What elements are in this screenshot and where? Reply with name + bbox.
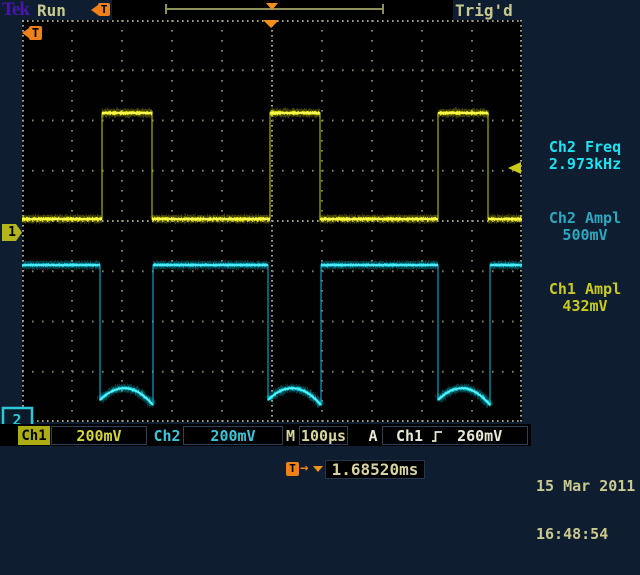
ch2-channel-tag: Ch2 [151,426,183,445]
acquisition-status: Run [37,1,66,20]
measurement-ch1-ampl: Ch1 Ampl 432mV [530,281,640,315]
timebase-tag: M [284,426,297,445]
rising-edge-icon [431,430,443,443]
trigger-source: Ch1 [396,427,423,445]
ch1-channel-tag: Ch1 [18,426,50,445]
measurement-label: Ch2 Freq [530,139,640,156]
scope-display [22,20,522,422]
date-label: 15 Mar 2011 [536,478,635,494]
measurement-value: 2.973kHz [530,156,640,173]
arrow-left-icon [22,28,29,38]
trigger-level-arrow-icon [508,162,521,174]
trigger-level-value: 260mV [457,427,502,445]
measurement-ch2-ampl: Ch2 Ampl 500mV [530,210,640,244]
ch2-scale-readout: 200mV [183,426,283,445]
record-trigger-marker-icon [266,3,278,10]
measurement-label: Ch2 Ampl [530,210,640,227]
measurement-value: 500mV [530,227,640,244]
trigger-t-badge: T [29,26,42,40]
measurement-ch2-freq: Ch2 Freq 2.973kHz [530,139,640,173]
ch1-scale-readout: 200mV [51,426,147,445]
ch1-ground-marker: 1 [2,224,22,241]
trigger-a-tag: A [367,426,379,445]
arrow-left-icon [91,5,98,15]
tek-logo: Tek [2,0,29,21]
arrow-right-icon: → [300,460,308,476]
datetime: 15 Mar 2011 16:48:54 [536,446,635,574]
trigger-t-icon: T [286,462,299,476]
triangle-down-icon [313,466,323,472]
graticule [22,20,522,422]
status-bar: Ch1 200mV Ch2 200mV M 100µs A Ch1 260mV [0,424,531,446]
timebase-readout: 100µs [299,426,348,445]
oscilloscope-screen: Tek Run T Trig'd [0,0,640,480]
measurement-label: Ch1 Ampl [530,281,640,298]
trigger-position-top-marker-icon [263,20,279,28]
time-label: 16:48:54 [536,526,635,542]
trigger-delay-value: 1.68520ms [325,460,425,479]
trigger-status: Trig'd [455,1,513,20]
measurement-value: 432mV [530,298,640,315]
trigger-readout-box: Ch1 260mV [382,426,528,445]
trigger-t-badge: T [98,3,110,16]
trigger-position-icon: T [91,3,110,16]
trigger-time-offscreen-icon: T [22,26,42,40]
